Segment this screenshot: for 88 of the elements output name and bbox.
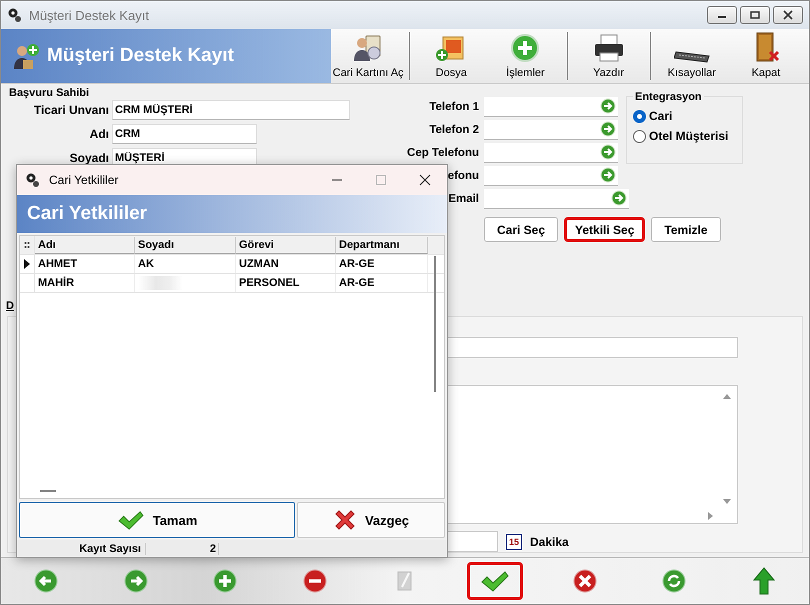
column-header[interactable]: Görevi [236,236,336,254]
go-icon[interactable] [600,144,616,160]
toolbar-button[interactable]: Kapat [728,29,804,83]
field-label: Telefon 1 [429,100,479,112]
unit-label: Dakika [530,534,569,548]
plus-icon[interactable] [213,569,238,593]
dialog-title: Cari Yetkililer [49,173,118,187]
radio-option[interactable]: Otel Müşterisi [633,129,736,143]
column-header[interactable]: Departmanı [336,236,428,254]
close-icon [783,10,793,20]
gears-icon [25,172,41,188]
check-icon[interactable] [480,569,510,593]
go-icon[interactable] [611,190,627,206]
scroll-down-icon[interactable] [722,498,732,506]
group-legend: Entegrasyon [633,91,704,103]
cross-icon [332,508,357,532]
go-icon[interactable] [600,121,616,137]
toolbar-button[interactable]: Dosya [414,29,488,83]
maximize-icon [375,174,387,186]
text-field[interactable] [484,166,618,186]
table-cell: MAHİR [38,277,74,289]
person-plus-icon [13,42,41,70]
scroll-right-icon[interactable] [707,511,715,521]
table-cell: PERSONEL [239,277,300,289]
grid-row[interactable]: MAHİR PERSONEL AR-GE [20,274,444,293]
minus-icon[interactable] [303,569,328,593]
check-icon [116,509,145,531]
restore-icon [750,10,760,20]
text-field[interactable] [484,96,618,116]
go-icon[interactable] [600,98,616,114]
text-field[interactable] [484,120,618,140]
record-count: 2 [146,542,219,554]
restore-button[interactable] [740,6,770,24]
radio-button[interactable] [633,130,646,142]
cancel-icon[interactable] [572,569,597,593]
table-cell: AHMET [38,258,78,270]
table-cell: UZMAN [239,258,279,270]
dialog-button[interactable]: Vazgeç [297,502,445,538]
table-cell: AR-GE [339,277,374,289]
calendar-icon[interactable]: 15 [506,534,522,550]
keyboard-icon [674,51,710,63]
field-label: Ticari Unvanı [32,102,109,116]
dialog-heading: Cari Yetkililer [27,203,148,225]
scroll-up-icon[interactable] [722,392,732,400]
go-icon[interactable] [600,167,616,183]
form-button[interactable]: Temizle [651,217,721,242]
close-icon [419,174,431,186]
toolbar-button[interactable]: Yazdır [572,29,646,83]
column-header[interactable]: Adı [35,236,135,254]
column-header[interactable]: Soyadı [135,236,236,254]
grid-row[interactable]: AHMET AK UZMAN AR-GE [20,255,444,274]
refresh-icon[interactable] [662,569,686,593]
table-cell: AK [138,258,154,270]
text-field[interactable] [446,337,738,358]
table-cell: AR-GE [339,258,374,270]
group-legend: Başvuru Sahibi [9,87,90,99]
form-button[interactable]: Cari Seç [484,217,558,242]
radio-option[interactable]: Cari [633,109,736,123]
dots-icon [24,241,30,249]
close-button[interactable] [773,6,803,24]
field-label: Cep Telefonu [407,146,479,158]
radio-button[interactable] [633,110,646,122]
field-label: Adı [88,126,109,140]
scrollbar[interactable] [434,256,436,392]
field-label: Email [448,192,479,204]
gears-icon [7,7,23,23]
toolbar-button[interactable] [466,562,523,600]
toolbar-button[interactable]: Kısayollar [654,29,729,83]
up-arrow-icon[interactable] [753,567,776,595]
text-field[interactable]: CRM [112,124,257,144]
toolbar-button[interactable]: İşlemler [488,29,563,83]
toolbar-button[interactable]: Cari Kartını Aç [331,29,406,83]
text-field[interactable] [446,531,498,552]
record-count-label: Kayıt Sayısı [17,542,146,554]
text-field[interactable] [484,142,618,162]
field-label: Soyadı [68,150,109,164]
plus-icon [510,33,540,63]
field-label: Telefon 2 [429,124,479,136]
text-field[interactable] [484,188,629,208]
header-title: Müşteri Destek Kayıt [47,45,234,67]
field-label: efonu [448,170,479,182]
tab[interactable]: D [6,300,14,312]
form-button[interactable]: Yetkili Seç [564,217,646,242]
window-title: Müşteri Destek Kayıt [29,8,149,22]
row-pointer-icon [24,259,30,269]
memo-field[interactable] [446,385,738,524]
dialog-button[interactable]: Tamam [19,502,295,538]
minimize-button[interactable] [707,6,737,24]
